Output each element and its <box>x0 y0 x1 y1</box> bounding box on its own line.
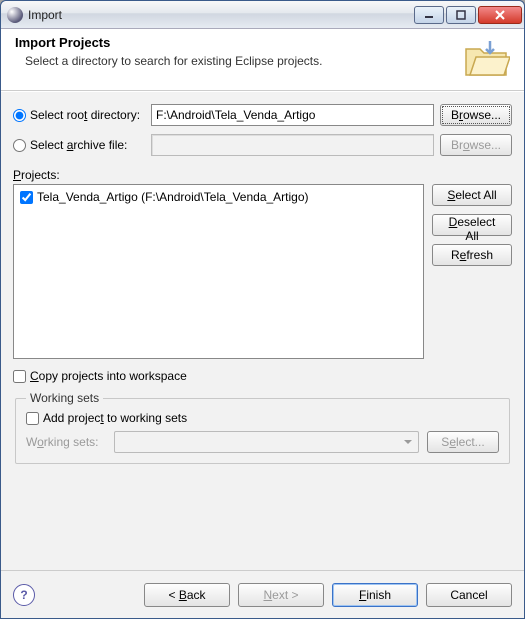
wizard-banner: Import Projects Select a directory to se… <box>1 29 524 91</box>
projects-listbox[interactable]: Tela_Venda_Artigo (F:\Android\Tela_Venda… <box>13 184 424 359</box>
archive-file-input <box>151 134 434 156</box>
finish-button[interactable]: Finish <box>332 583 418 607</box>
working-sets-select-button: Select... <box>427 431 499 453</box>
working-sets-combo-label: Working sets: <box>26 435 106 449</box>
import-dialog: Import Import Projects Select a director… <box>0 0 525 619</box>
maximize-button[interactable] <box>446 6 476 24</box>
help-button[interactable]: ? <box>13 584 35 606</box>
cancel-button[interactable]: Cancel <box>426 583 512 607</box>
deselect-all-button[interactable]: Deselect All <box>432 214 512 236</box>
browse-root-button[interactable]: Browse... <box>440 104 512 126</box>
add-working-sets-label: Add project to working sets <box>43 411 187 425</box>
content-area: Select root directory: Browse... Select … <box>1 91 524 570</box>
add-working-sets-row[interactable]: Add project to working sets <box>26 411 499 425</box>
app-icon <box>7 7 23 23</box>
copy-projects-row[interactable]: Copy projects into workspace <box>13 369 512 383</box>
title-bar[interactable]: Import <box>1 1 524 29</box>
root-directory-radio-label[interactable]: Select root directory: <box>13 108 145 122</box>
archive-file-label-text: Select archive file: <box>30 138 127 152</box>
copy-projects-checkbox[interactable] <box>13 370 26 383</box>
window-title: Import <box>28 8 414 22</box>
add-working-sets-checkbox[interactable] <box>26 412 39 425</box>
root-directory-row: Select root directory: Browse... <box>13 104 512 126</box>
next-button: Next > <box>238 583 324 607</box>
project-label: Tela_Venda_Artigo (F:\Android\Tela_Venda… <box>37 190 309 204</box>
project-checkbox[interactable] <box>20 191 33 204</box>
select-all-button[interactable]: Select All <box>432 184 512 206</box>
working-sets-group: Working sets Add project to working sets… <box>15 391 510 464</box>
working-sets-select-row: Working sets: Select... <box>26 431 499 453</box>
banner-subtext: Select a directory to search for existin… <box>25 54 510 68</box>
banner-heading: Import Projects <box>15 35 510 50</box>
close-button[interactable] <box>478 6 522 24</box>
wizard-footer: ? < Back Next > Finish Cancel <box>1 570 524 618</box>
root-directory-radio[interactable] <box>13 109 26 122</box>
projects-label: Projects: <box>13 168 512 182</box>
archive-file-row: Select archive file: Browse... <box>13 134 512 156</box>
list-item[interactable]: Tela_Venda_Artigo (F:\Android\Tela_Venda… <box>20 189 417 205</box>
root-directory-label-text: Select root directory: <box>30 108 140 122</box>
projects-area: Tela_Venda_Artigo (F:\Android\Tela_Venda… <box>13 184 512 359</box>
minimize-button[interactable] <box>414 6 444 24</box>
archive-file-radio-label[interactable]: Select archive file: <box>13 138 145 152</box>
archive-file-radio[interactable] <box>13 139 26 152</box>
browse-archive-button: Browse... <box>440 134 512 156</box>
working-sets-legend: Working sets <box>26 391 103 405</box>
root-directory-input[interactable] <box>151 104 434 126</box>
refresh-button[interactable]: Refresh <box>432 244 512 266</box>
copy-projects-label: Copy projects into workspace <box>30 369 187 383</box>
back-button[interactable]: < Back <box>144 583 230 607</box>
folder-import-icon <box>462 35 510 83</box>
window-controls <box>414 6 522 24</box>
projects-side-buttons: Select All Deselect All Refresh <box>432 184 512 359</box>
working-sets-combo <box>114 431 419 453</box>
